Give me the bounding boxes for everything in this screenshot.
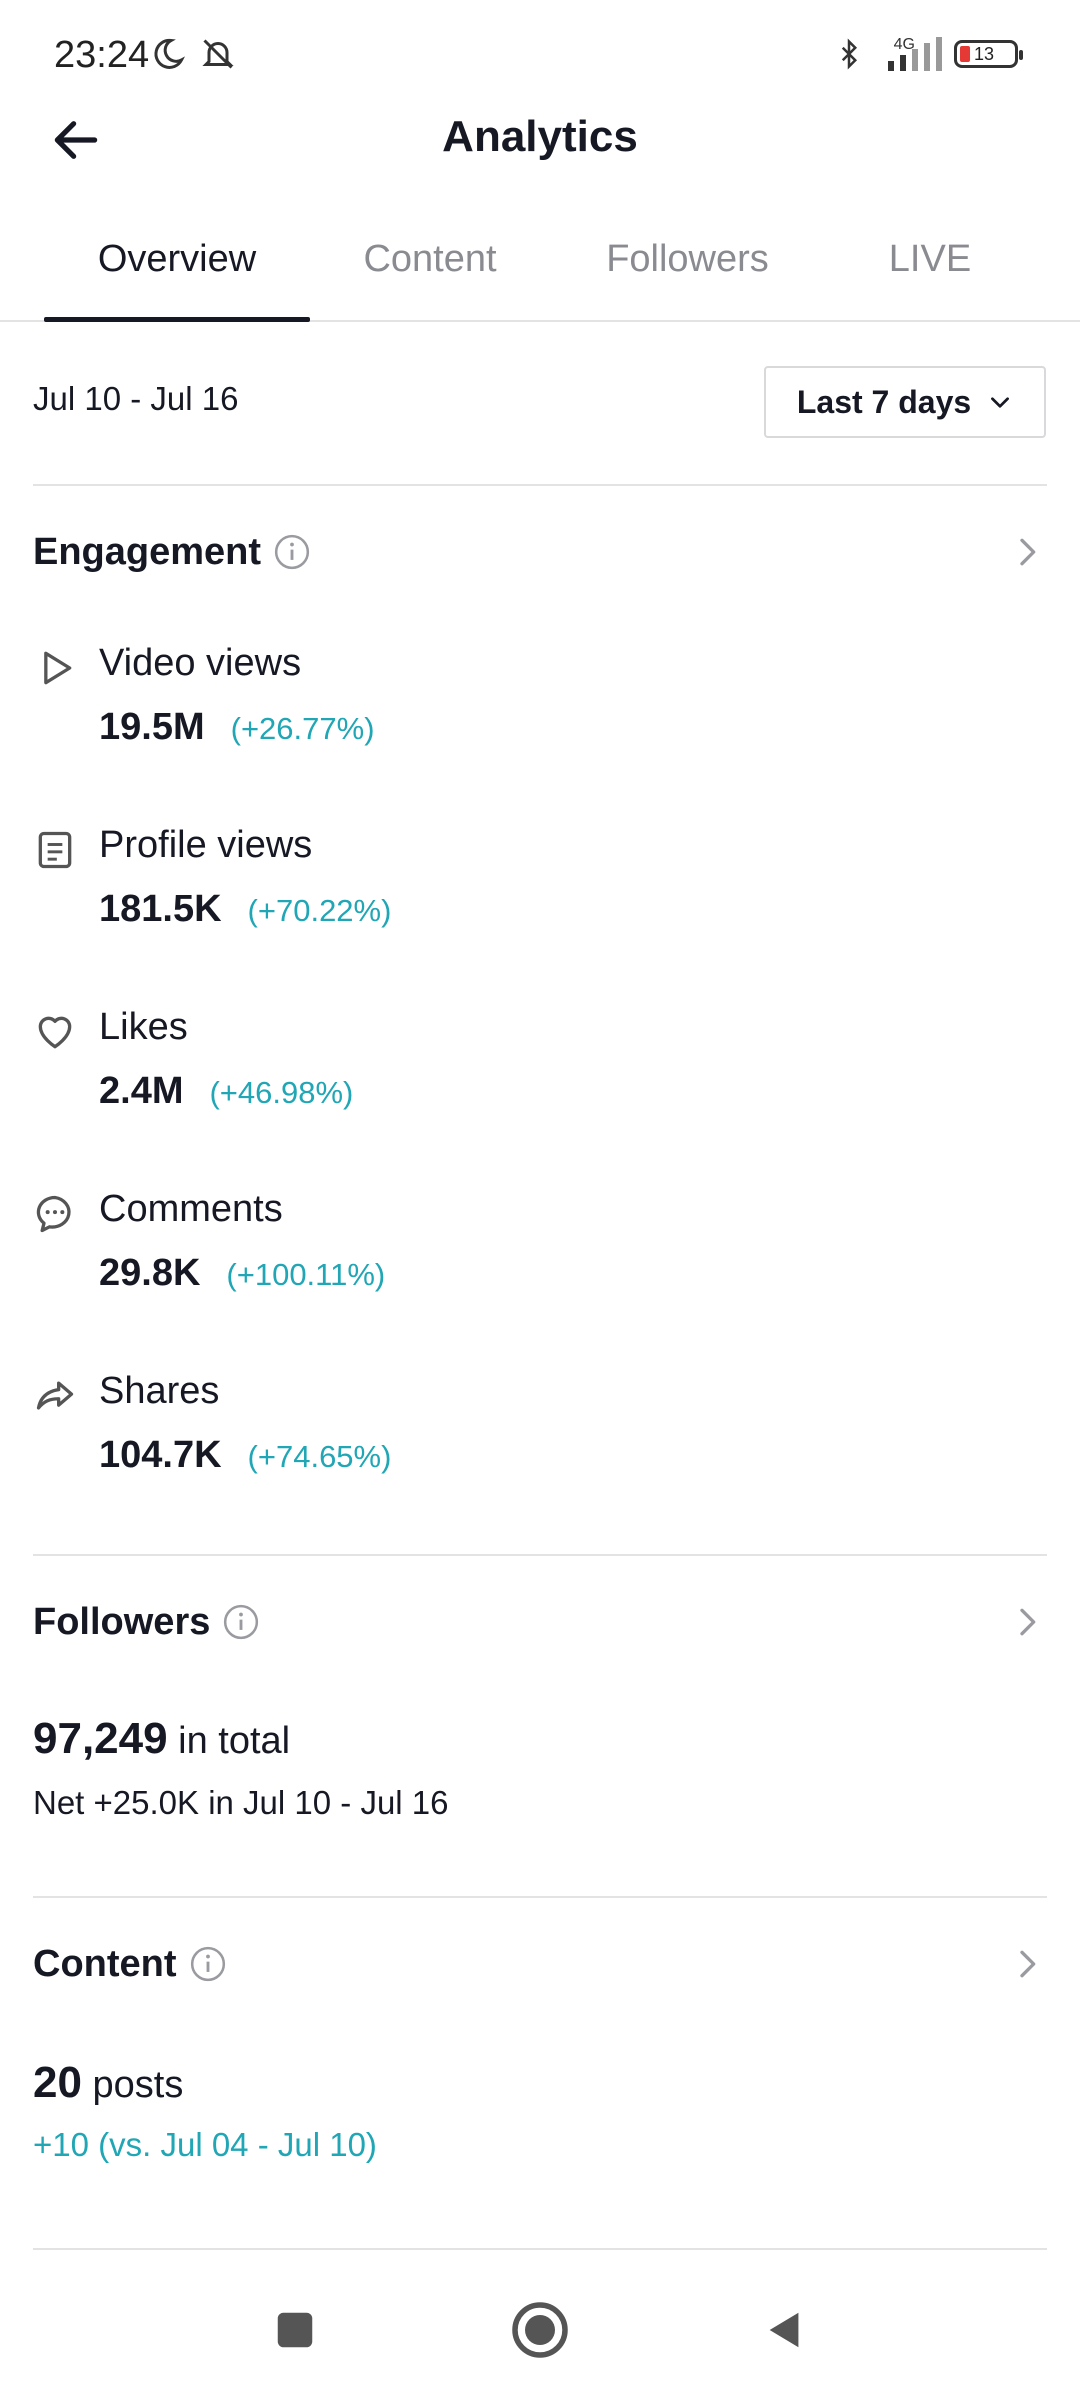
active-tab-indicator — [44, 317, 310, 322]
content-posts: 20 posts — [33, 2058, 183, 2108]
back-nav-button[interactable] — [745, 2290, 825, 2370]
metric-change: (+26.77%) — [230, 711, 375, 746]
comment-icon — [36, 1195, 71, 1233]
metric-value: 2.4M — [99, 1070, 184, 1112]
followers-header[interactable]: Followers — [33, 1592, 1047, 1652]
page-title: Analytics — [442, 112, 638, 161]
tab-followers[interactable]: Followers — [580, 238, 795, 281]
info-icon[interactable] — [273, 533, 311, 571]
metric-value: 19.5M — [99, 706, 205, 748]
section-title-engagement: Engagement — [33, 530, 262, 573]
heart-icon — [38, 1016, 72, 1049]
followers-total: 97,249 in total — [33, 1714, 290, 1764]
app-header: Analytics — [0, 100, 1080, 180]
battery-level: 13 — [974, 43, 995, 64]
mute-bell-icon — [202, 39, 234, 69]
metric-video-views[interactable]: Video views 19.5M (+26.77%) — [33, 642, 1047, 792]
metric-change: (+74.65%) — [247, 1439, 392, 1474]
info-icon[interactable] — [189, 1945, 227, 1983]
divider — [33, 484, 1047, 486]
tab-overview[interactable]: Overview — [44, 238, 310, 281]
triangle-back-icon — [769, 2312, 799, 2348]
chevron-right-icon — [1020, 538, 1036, 566]
status-bar: 23:24 13 4G — [0, 0, 1080, 110]
metric-label: Video views — [99, 642, 302, 684]
chevron-right-icon — [1020, 1950, 1036, 1978]
square-icon — [277, 2312, 313, 2348]
metric-label: Likes — [99, 1006, 188, 1048]
divider — [33, 1554, 1047, 1556]
metric-change: (+46.98%) — [209, 1075, 354, 1110]
metric-label: Comments — [99, 1188, 283, 1230]
bluetooth-icon — [841, 38, 858, 70]
metric-value: 181.5K — [99, 888, 222, 930]
share-icon — [36, 1381, 74, 1410]
metric-shares[interactable]: Shares 104.7K (+74.65%) — [33, 1370, 1047, 1520]
content-posts-value: 20 — [33, 2058, 82, 2107]
home-circle-icon — [512, 2302, 568, 2358]
metric-label: Profile views — [99, 824, 313, 866]
metric-value: 29.8K — [99, 1252, 201, 1294]
metric-change: (+100.11%) — [226, 1257, 386, 1292]
section-title-content: Content — [33, 1942, 177, 1985]
status-time: 23:24 — [54, 34, 150, 76]
followers-total-value: 97,249 — [33, 1714, 168, 1763]
metric-profile-views[interactable]: Profile views 181.5K (+70.22%) — [33, 824, 1047, 974]
metric-change: (+70.22%) — [247, 893, 392, 928]
metric-comments[interactable]: Comments 29.8K (+100.11%) — [33, 1188, 1047, 1338]
period-dropdown-value: Last 7 days — [796, 383, 972, 420]
chevron-down-icon — [991, 397, 1010, 408]
content-header[interactable]: Content — [33, 1934, 1047, 1994]
period-dropdown[interactable]: Last 7 days — [764, 366, 1046, 438]
engagement-header[interactable]: Engagement — [33, 522, 1047, 582]
metric-value: 104.7K — [99, 1434, 222, 1476]
date-range: Jul 10 - Jul 16 — [33, 380, 239, 417]
analytics-screen: 23:24 13 4G Analytics Overview Content F… — [0, 0, 1080, 2400]
tab-live[interactable]: LIVE — [850, 238, 1010, 281]
content-posts-suffix: posts — [92, 2064, 184, 2106]
info-icon[interactable] — [222, 1603, 260, 1641]
chevron-right-icon — [1020, 1608, 1036, 1636]
followers-net: Net +25.0K in Jul 10 - Jul 16 — [33, 1784, 449, 1821]
battery-icon: 13 — [954, 40, 1023, 68]
metric-label: Shares — [99, 1370, 220, 1412]
divider — [33, 2248, 1047, 2250]
network-type: 4G — [893, 36, 915, 53]
tab-bar: Overview Content Followers LIVE — [0, 220, 1080, 322]
recents-button[interactable] — [255, 2290, 335, 2370]
section-title-followers: Followers — [33, 1600, 211, 1643]
metric-likes[interactable]: Likes 2.4M (+46.98%) — [33, 1006, 1047, 1156]
profile-doc-icon — [38, 831, 72, 869]
divider — [33, 1896, 1047, 1898]
system-nav-bar — [0, 2260, 1080, 2400]
tab-content[interactable]: Content — [330, 238, 530, 281]
moon-icon — [154, 38, 186, 69]
play-icon — [44, 651, 72, 685]
followers-total-suffix: in total — [178, 1720, 291, 1762]
home-button[interactable] — [500, 2290, 580, 2370]
content-comparison: +10 (vs. Jul 04 - Jul 10) — [33, 2126, 377, 2163]
